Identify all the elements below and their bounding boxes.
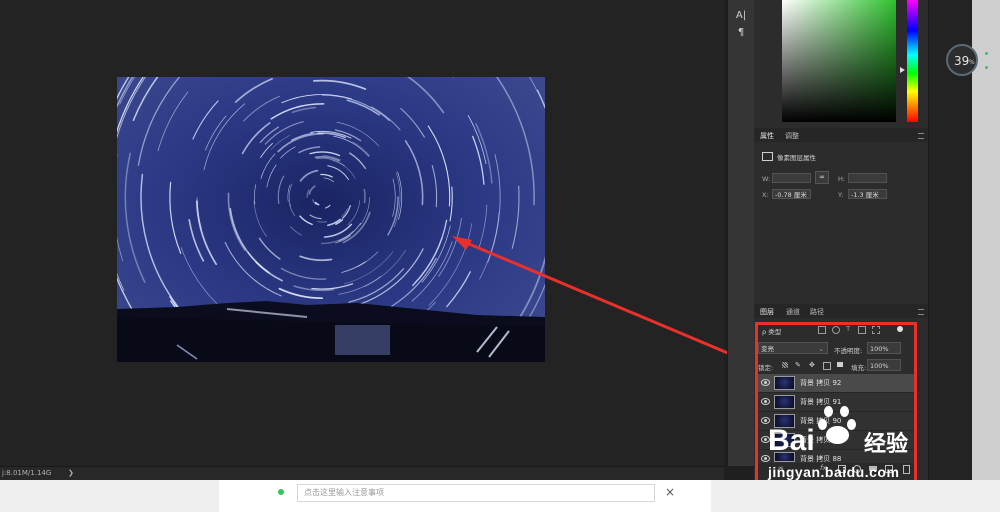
height-field[interactable]	[848, 173, 887, 183]
w-label: W:	[762, 175, 771, 183]
tab-paths[interactable]: 路径	[810, 307, 824, 317]
layers-tab-bar	[754, 304, 928, 318]
status-dot-icon	[985, 52, 988, 55]
status-bar: j:8.01M/1.14G ❯	[0, 466, 724, 480]
tab-properties[interactable]: 属性	[760, 131, 774, 141]
pixel-layer-icon	[762, 152, 773, 161]
watermark-brand-cn: 经验	[864, 431, 909, 456]
note-input[interactable]: 点击这里输入注意事项	[297, 484, 655, 502]
x-position-field[interactable]: -0.78 厘米	[772, 189, 811, 199]
y-label: Y:	[838, 191, 844, 199]
page-margin	[972, 0, 1000, 480]
zoom-badge[interactable]: 39 %	[946, 44, 978, 76]
hue-slider-handle[interactable]	[900, 67, 905, 73]
vertical-toolbar: A| ¶	[727, 0, 755, 466]
note-bar: 点击这里输入注意事项 ×	[219, 480, 711, 512]
watermark-url: jingyan.baidu.com	[768, 464, 900, 480]
link-icon[interactable]: ∞	[815, 171, 829, 184]
panel-menu-icon[interactable]	[918, 133, 924, 139]
character-panel-icon[interactable]: A|	[728, 10, 754, 21]
tab-channels[interactable]: 通道	[786, 307, 800, 317]
x-label: X:	[762, 191, 769, 199]
h-label: H:	[838, 175, 846, 183]
y-position-field[interactable]: -1.3 厘米	[848, 189, 887, 199]
watermark-brand: Bai	[768, 424, 815, 457]
doc-size-readout: j:8.01M/1.14G	[2, 469, 52, 477]
status-menu-arrow[interactable]: ❯	[68, 467, 74, 480]
zoom-unit: %	[969, 59, 975, 66]
paragraph-panel-icon[interactable]: ¶	[728, 27, 754, 38]
properties-tab-bar	[754, 128, 928, 142]
paw-icon	[818, 406, 858, 446]
properties-section-title: 像素图层属性	[777, 154, 816, 162]
tab-layers[interactable]: 图层	[760, 307, 774, 317]
layers-menu-icon[interactable]	[918, 309, 924, 315]
online-dot-icon	[278, 489, 284, 495]
zoom-value: 39	[954, 54, 970, 68]
tab-adjustments[interactable]: 调整	[785, 131, 799, 141]
color-field[interactable]	[782, 0, 896, 122]
close-icon[interactable]: ×	[665, 485, 675, 499]
width-field[interactable]	[772, 173, 811, 183]
baidu-watermark: Bai 经验 jingyan.baidu.com	[768, 398, 948, 490]
status-dot-icon	[985, 66, 988, 69]
hue-slider[interactable]	[907, 0, 918, 122]
